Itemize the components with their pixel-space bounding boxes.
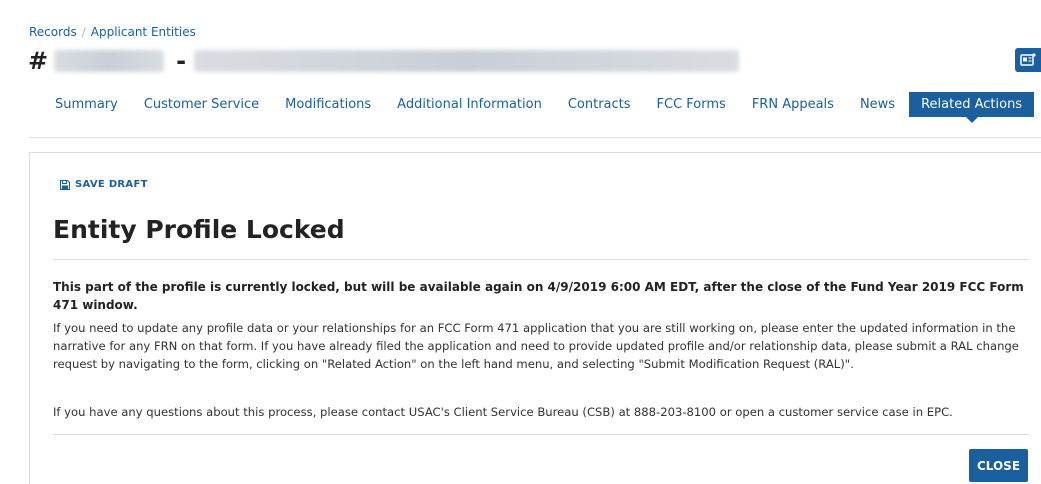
entity-title: # - bbox=[28, 46, 740, 76]
tab-contracts[interactable]: Contracts bbox=[556, 92, 643, 117]
breadcrumb-applicant-entities[interactable]: Applicant Entities bbox=[91, 25, 196, 39]
tab-bar: Summary Customer Service Modifications A… bbox=[43, 90, 1036, 123]
modal-title: Entity Profile Locked bbox=[53, 215, 345, 244]
close-button[interactable]: CLOSE bbox=[969, 449, 1028, 482]
id-card-button[interactable] bbox=[1015, 48, 1041, 72]
breadcrumb-separator: / bbox=[81, 25, 86, 39]
tab-customer-service[interactable]: Customer Service bbox=[132, 92, 271, 117]
contact-info: If you have any questions about this pro… bbox=[53, 405, 953, 419]
tab-news[interactable]: News bbox=[848, 92, 907, 117]
entity-dash: - bbox=[176, 47, 187, 75]
id-card-icon bbox=[1020, 53, 1036, 66]
locked-profile-modal: SAVE DRAFT Entity Profile Locked This pa… bbox=[29, 152, 1041, 484]
locked-notice: This part of the profile is currently lo… bbox=[53, 280, 1024, 312]
entity-hash: # bbox=[28, 47, 49, 75]
redacted-entity-name bbox=[194, 50, 740, 72]
tab-modifications[interactable]: Modifications bbox=[273, 92, 383, 117]
tab-fcc-forms[interactable]: FCC Forms bbox=[645, 92, 738, 117]
modal-footer-divider bbox=[53, 434, 1029, 435]
breadcrumb: Records / Applicant Entities bbox=[29, 25, 196, 39]
save-draft-button[interactable]: SAVE DRAFT bbox=[60, 179, 148, 190]
modal-title-divider bbox=[53, 259, 1029, 260]
page: Records / Applicant Entities # - Summary C… bbox=[0, 0, 1041, 484]
tab-summary[interactable]: Summary bbox=[43, 92, 130, 117]
redacted-entity-number bbox=[54, 50, 165, 72]
tab-frn-appeals[interactable]: FRN Appeals bbox=[740, 92, 846, 117]
update-instructions: If you need to update any profile data o… bbox=[53, 321, 1019, 371]
breadcrumb-records[interactable]: Records bbox=[29, 25, 77, 39]
header-divider bbox=[29, 137, 1041, 138]
tab-related-actions[interactable]: Related Actions bbox=[909, 91, 1035, 123]
save-draft-label: SAVE DRAFT bbox=[75, 179, 148, 190]
tab-additional-information[interactable]: Additional Information bbox=[385, 92, 554, 117]
floppy-disk-icon bbox=[60, 179, 70, 190]
